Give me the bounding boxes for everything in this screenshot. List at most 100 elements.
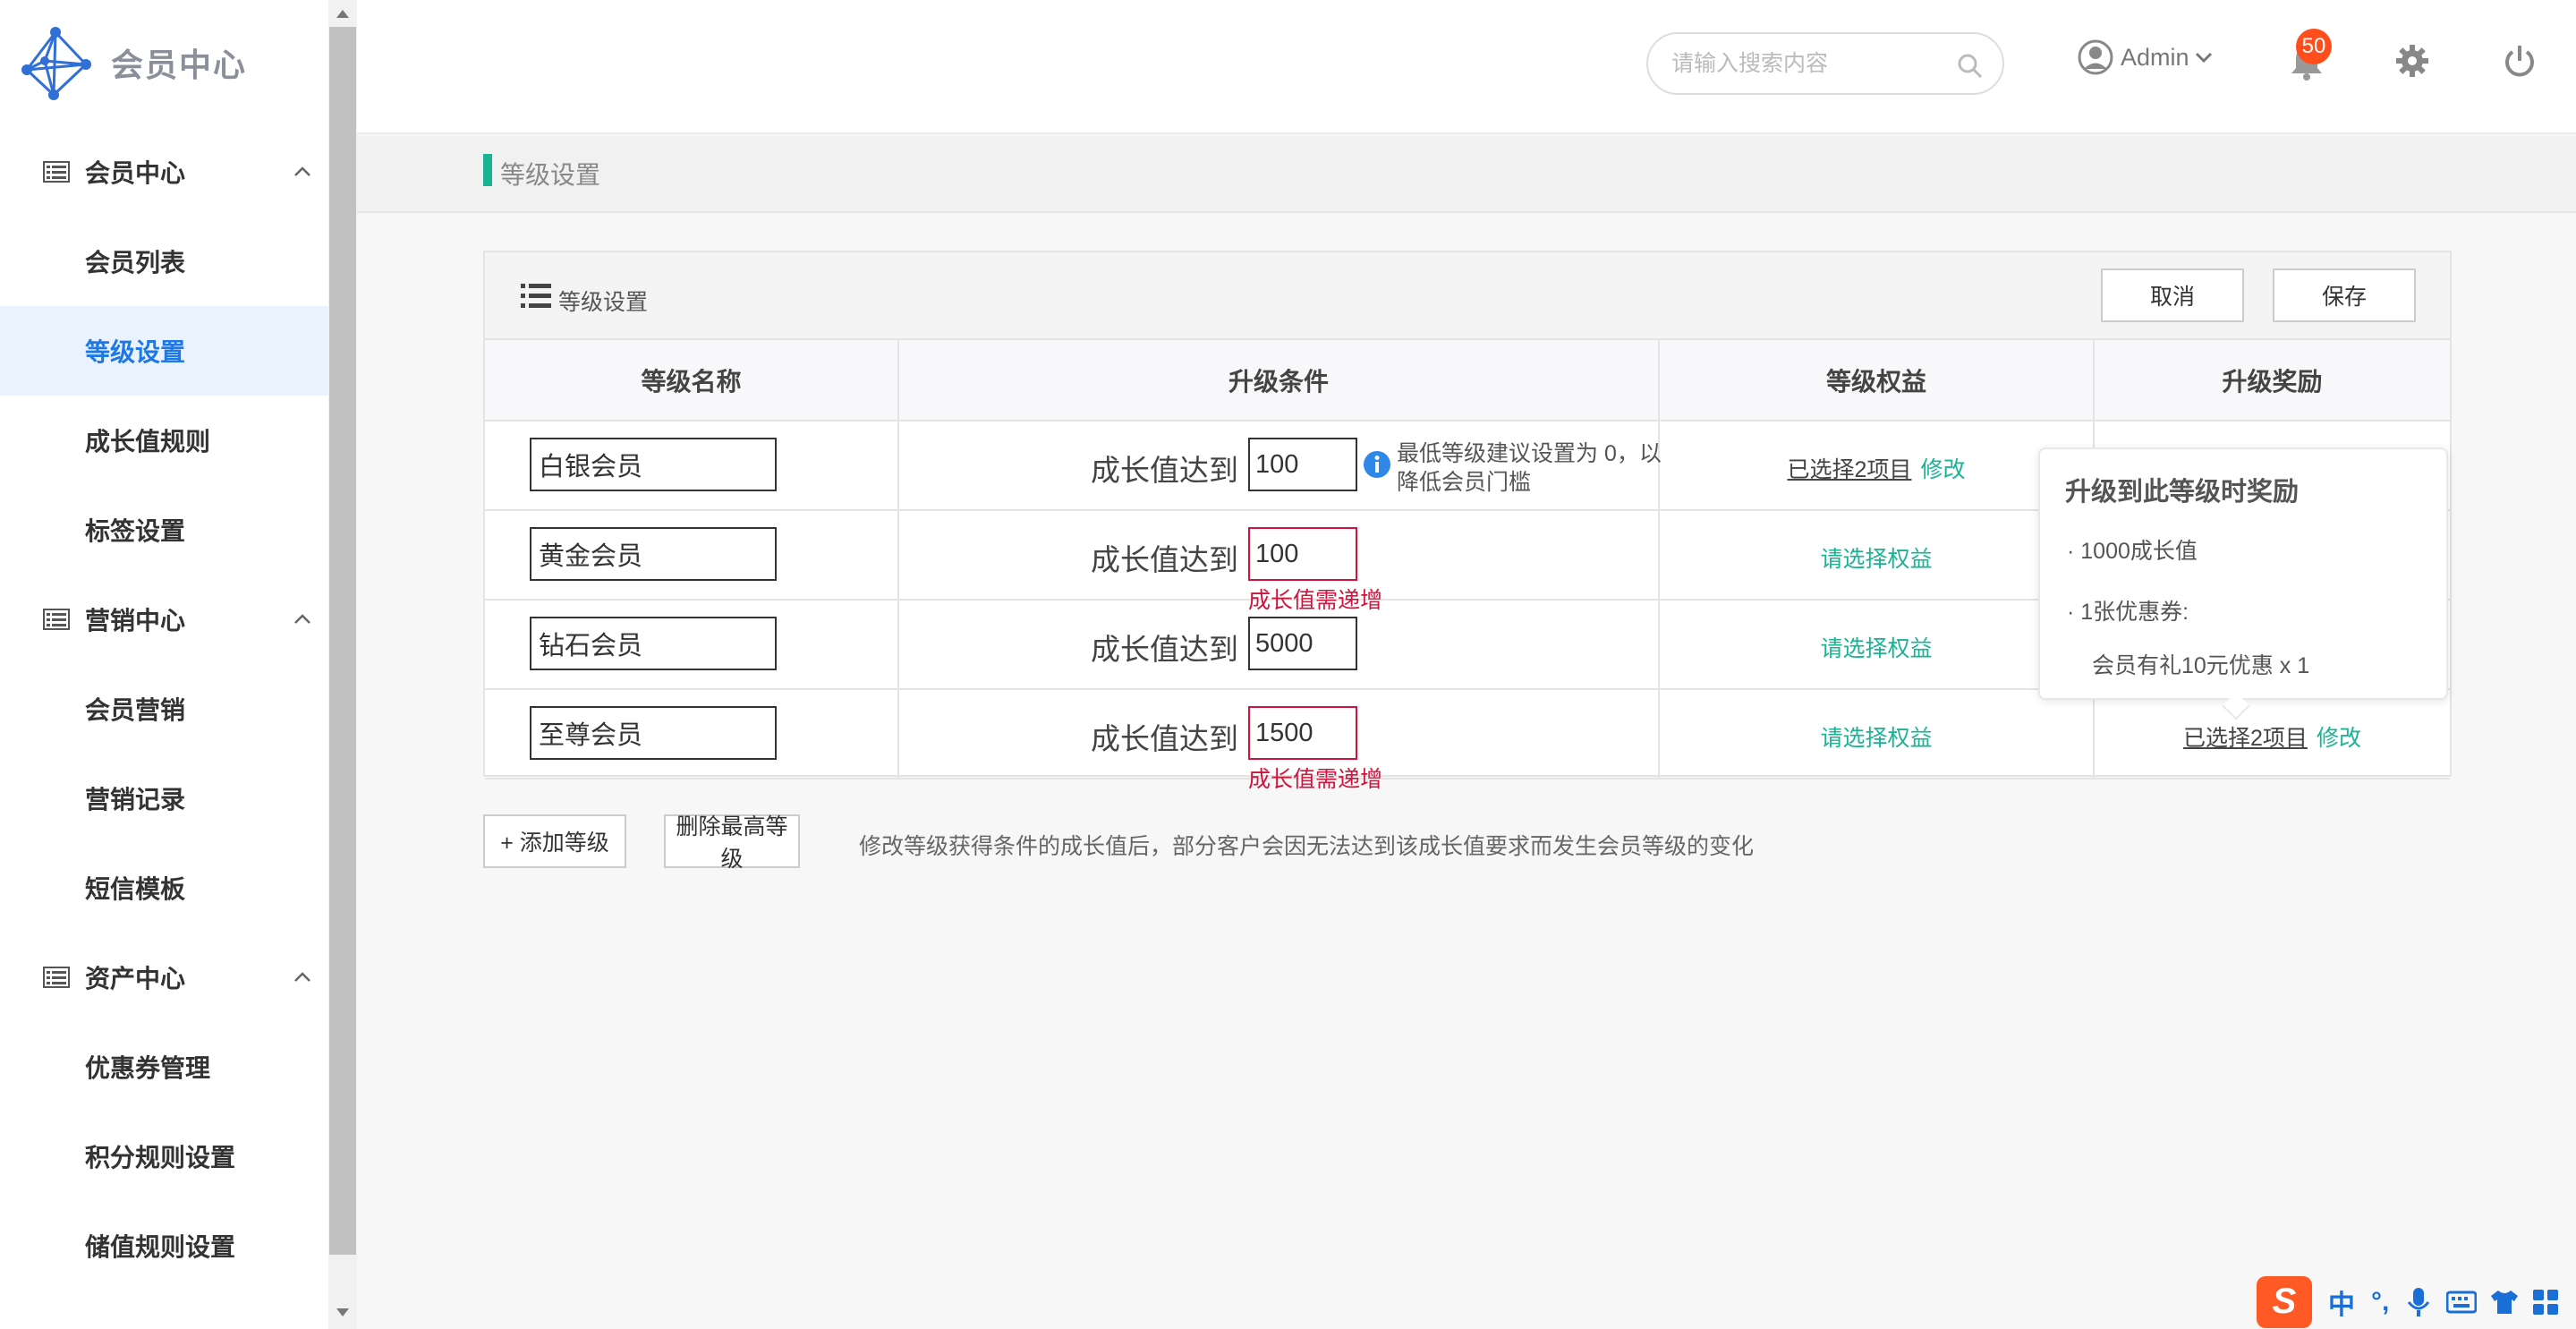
tooltip-title: 升级到此等级时奖励 xyxy=(2065,478,2300,507)
page-title-bar: 等级设置 xyxy=(357,136,2576,213)
user-menu[interactable]: Admin xyxy=(2078,39,2215,75)
table-row: 成长值达到 成长值需递增 请选择权益 已选择2项目修改 xyxy=(485,689,2450,792)
choose-benefit-link[interactable]: 请选择权益 xyxy=(1820,547,1932,572)
gear-icon[interactable] xyxy=(2394,43,2430,79)
menu-list-icon xyxy=(43,609,70,630)
benefit-summary: 已选择2项目 修改 xyxy=(1660,452,2093,484)
growth-value-input[interactable] xyxy=(1248,617,1357,670)
reward-tooltip: 升级到此等级时奖励 · 1000成长值 · 1张优惠券: 会员有礼10元优惠 x… xyxy=(2038,447,2448,720)
chevron-up-icon[interactable] xyxy=(293,610,311,628)
benefit-selected-link[interactable]: 已选择2项目 xyxy=(1788,457,1912,482)
column-header: 升级条件 xyxy=(898,340,1660,422)
nav-group-marketing-center[interactable]: 营销中心 xyxy=(0,575,328,664)
benefit-cell: 请选择权益 xyxy=(1659,600,2095,690)
grid-menu-icon[interactable] xyxy=(2532,1289,2559,1316)
choose-benefit-link[interactable]: 请选择权益 xyxy=(1820,636,1932,661)
footer-note: 修改等级获得条件的成长值后，部分客户会因无法达到该成长值要求而发生会员等级的变化 xyxy=(859,834,1755,859)
ime-toolbar: S 中 °, xyxy=(2257,1274,2576,1329)
scrollbar-thumb[interactable] xyxy=(329,27,356,1255)
title-accent xyxy=(483,154,492,186)
nav-group-asset-center[interactable]: 资产中心 xyxy=(0,933,328,1022)
add-level-button[interactable]: + 添加等级 xyxy=(483,814,626,868)
chevron-up-icon[interactable] xyxy=(293,968,311,986)
reward-selected-link[interactable]: 已选择2项目 xyxy=(2183,726,2308,751)
notification-badge: 50 xyxy=(2296,29,2332,64)
level-name-cell xyxy=(485,421,899,511)
search-input[interactable] xyxy=(1671,50,1940,77)
panel-title: 等级设置 xyxy=(558,290,649,315)
condition-label: 成长值达到 xyxy=(1091,722,1238,755)
nav-group-label: 资产中心 xyxy=(85,965,186,992)
level-name-cell xyxy=(485,600,899,690)
level-name-input[interactable] xyxy=(530,438,777,491)
logo[interactable]: 会员中心 xyxy=(18,25,247,100)
benefit-summary: 请选择权益 xyxy=(1660,541,2093,574)
growth-value-input[interactable] xyxy=(1248,438,1357,491)
condition-cell: 成长值达到 成长值需递增 xyxy=(898,510,1660,613)
choose-benefit-link[interactable]: 请选择权益 xyxy=(1820,726,1932,751)
delete-top-level-button[interactable]: 删除最高等级 xyxy=(664,814,800,872)
column-header: 升级奖励 xyxy=(2094,340,2450,422)
growth-value-input[interactable] xyxy=(1248,706,1357,760)
menu-list-icon xyxy=(43,967,70,988)
benefit-cell: 请选择权益 xyxy=(1659,689,2095,780)
list-icon xyxy=(521,284,551,308)
search-icon[interactable] xyxy=(1956,52,1983,79)
nav-group-member-center[interactable]: 会员中心 xyxy=(0,127,328,217)
condition-hint: 最低等级建议设置为 0，以降低会员门槛 xyxy=(1397,441,1662,495)
scroll-down-arrow-icon[interactable] xyxy=(334,1305,352,1319)
info-icon xyxy=(1364,451,1390,478)
sidebar-item-growth-rules[interactable]: 成长值规则 xyxy=(0,396,328,485)
reward-summary: 已选择2项目 修改 xyxy=(2095,720,2450,753)
tooltip-line: · 1张优惠券: xyxy=(2067,600,2189,625)
level-name-input[interactable] xyxy=(530,706,777,760)
top-header xyxy=(357,0,2576,134)
column-header: 等级名称 xyxy=(485,340,899,422)
level-name-input[interactable] xyxy=(530,527,777,581)
reward-edit-link[interactable]: 修改 xyxy=(2317,726,2361,751)
sidebar-item-member-marketing[interactable]: 会员营销 xyxy=(0,664,328,754)
level-name-input[interactable] xyxy=(530,617,777,670)
cancel-button[interactable]: 取消 xyxy=(2101,268,2244,322)
benefit-cell: 请选择权益 xyxy=(1659,510,2095,601)
keyboard-icon[interactable] xyxy=(2446,1290,2478,1315)
ime-mode[interactable]: 中 xyxy=(2328,1282,2355,1322)
level-name-cell xyxy=(485,510,899,601)
level-name-cell xyxy=(485,689,899,780)
panel-header: 等级设置 取消 保存 xyxy=(485,252,2450,340)
condition-cell: 成长值达到 成长值需递增 xyxy=(898,689,1660,792)
chevron-down-icon xyxy=(2195,52,2212,64)
microphone-icon[interactable] xyxy=(2405,1286,2432,1318)
condition-cell: 成长值达到 xyxy=(898,600,1660,690)
sidebar-item-level-settings[interactable]: 等级设置 xyxy=(0,306,328,396)
table-header-row: 等级名称 升级条件 等级权益 升级奖励 xyxy=(485,340,2450,422)
growth-value-input[interactable] xyxy=(1248,527,1357,581)
user-name: Admin xyxy=(2121,43,2189,71)
menu-list-icon xyxy=(43,161,70,183)
sidebar-item-points-rules[interactable]: 积分规则设置 xyxy=(0,1112,328,1201)
benefit-edit-link[interactable]: 修改 xyxy=(1920,457,1965,482)
sidebar-item-coupon-management[interactable]: 优惠券管理 xyxy=(0,1022,328,1112)
ime-punctuation[interactable]: °, xyxy=(2371,1287,2389,1317)
chevron-up-icon[interactable] xyxy=(293,163,311,181)
tooltip-line: 会员有礼10元优惠 x 1 xyxy=(2092,653,2310,678)
sidebar-item-marketing-records[interactable]: 营销记录 xyxy=(0,754,328,843)
nav-group-label: 营销中心 xyxy=(85,607,186,635)
sidebar-item-sms-templates[interactable]: 短信模板 xyxy=(0,843,328,933)
sidebar-item-stored-value-rules[interactable]: 储值规则设置 xyxy=(0,1201,328,1291)
condition-label: 成长值达到 xyxy=(1091,454,1238,487)
save-button[interactable]: 保存 xyxy=(2273,268,2416,322)
sidebar-item-member-list[interactable]: 会员列表 xyxy=(0,217,328,306)
app-title: 会员中心 xyxy=(111,47,248,83)
benefit-summary: 请选择权益 xyxy=(1660,631,2093,663)
search-box xyxy=(1646,32,2004,95)
sidebar-item-tag-settings[interactable]: 标签设置 xyxy=(0,485,328,575)
power-icon[interactable] xyxy=(2502,43,2538,79)
scroll-up-arrow-icon[interactable] xyxy=(334,7,352,21)
condition-cell: 成长值达到 最低等级建议设置为 0，以降低会员门槛 xyxy=(898,421,1662,511)
ime-logo[interactable]: S xyxy=(2257,1275,2312,1328)
condition-label: 成长值达到 xyxy=(1091,633,1238,666)
sidebar: 会员中心 会员中心 会员列表 等级设置 成长值规则 标签设置 营销中心 会员营销… xyxy=(0,0,328,1329)
skin-shirt-icon[interactable] xyxy=(2489,1289,2520,1316)
column-header: 等级权益 xyxy=(1659,340,2095,422)
